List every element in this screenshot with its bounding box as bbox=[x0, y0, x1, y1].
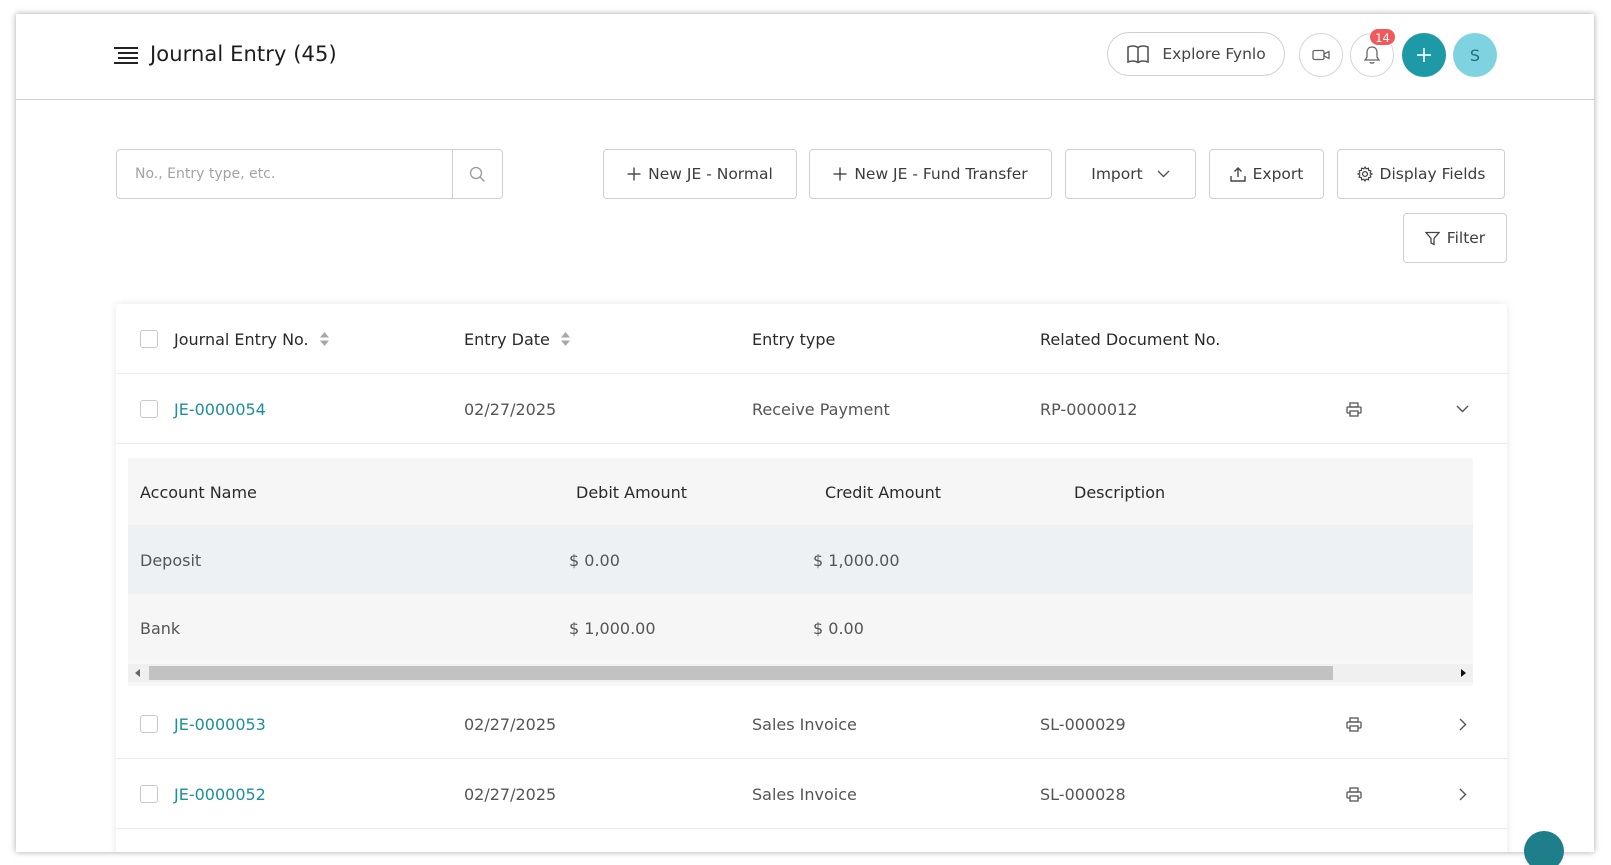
credit-amount: $ 1,000.00 bbox=[813, 550, 900, 570]
chevron-right-icon bbox=[1459, 718, 1467, 730]
entry-no-link[interactable]: JE-0000054 bbox=[174, 374, 266, 444]
column-related-doc: Related Document No. bbox=[1040, 329, 1221, 349]
entry-date: 02/27/2025 bbox=[464, 399, 557, 419]
app-window: Journal Entry (45) Explore Fynlo 14 S No… bbox=[16, 14, 1594, 852]
entry-type: Receive Payment bbox=[752, 399, 890, 419]
scroll-left-arrow[interactable] bbox=[135, 669, 140, 677]
book-icon bbox=[1127, 45, 1150, 64]
column-entry-type: Entry type bbox=[752, 329, 836, 349]
explore-label: Explore Fynlo bbox=[1162, 45, 1266, 63]
credit-amount: $ 0.00 bbox=[813, 618, 864, 638]
print-button[interactable] bbox=[1346, 759, 1362, 829]
display-fields-label: Display Fields bbox=[1379, 165, 1486, 183]
column-entry-date-label: Entry Date bbox=[464, 329, 550, 349]
user-avatar[interactable]: S bbox=[1453, 33, 1497, 77]
notification-badge: 14 bbox=[1369, 28, 1396, 46]
upload-icon bbox=[1229, 166, 1246, 182]
entry-no-link[interactable]: JE-0000052 bbox=[174, 759, 266, 829]
filter-label: Filter bbox=[1446, 229, 1486, 247]
row-checkbox[interactable] bbox=[140, 785, 158, 803]
column-description: Description bbox=[1074, 482, 1166, 502]
journal-entry-table: Journal Entry No. Entry Date Entry type … bbox=[116, 304, 1507, 852]
table-row[interactable]: JE-0000052 02/27/2025 Sales Invoice SL-0… bbox=[116, 759, 1507, 829]
help-fab[interactable] bbox=[1524, 831, 1564, 865]
horizontal-scrollbar[interactable] bbox=[128, 664, 1473, 682]
column-debit-amount: Debit Amount bbox=[576, 482, 687, 502]
search-icon bbox=[469, 166, 485, 182]
row-checkbox[interactable] bbox=[140, 400, 158, 418]
sort-icon[interactable] bbox=[560, 331, 571, 347]
search-button[interactable] bbox=[452, 150, 502, 198]
entry-type: Sales Invoice bbox=[752, 784, 857, 804]
printer-icon bbox=[1346, 716, 1362, 732]
entry-no-link[interactable]: JE-0000053 bbox=[174, 689, 266, 759]
column-account-name: Account Name bbox=[140, 482, 257, 502]
chevron-right-icon bbox=[1459, 788, 1467, 800]
sort-icon[interactable] bbox=[319, 331, 330, 347]
row-checkbox[interactable] bbox=[140, 715, 158, 733]
entry-detail-panel: Account Name Debit Amount Credit Amount … bbox=[128, 458, 1473, 686]
scroll-right-arrow[interactable] bbox=[1461, 669, 1466, 677]
related-doc: SL-000028 bbox=[1040, 784, 1126, 804]
new-je-fund-label: New JE - Fund Transfer bbox=[854, 165, 1028, 183]
table-row[interactable]: JE-0000054 02/27/2025 Receive Payment RP… bbox=[116, 374, 1507, 444]
quick-add-button[interactable] bbox=[1402, 33, 1446, 77]
new-je-normal-button[interactable]: New JE - Normal bbox=[603, 149, 797, 199]
debit-amount: $ 0.00 bbox=[569, 550, 620, 570]
account-name: Bank bbox=[140, 618, 181, 638]
column-entry-no[interactable]: Journal Entry No. bbox=[174, 304, 330, 374]
column-credit-amount: Credit Amount bbox=[825, 482, 942, 502]
related-doc: RP-0000012 bbox=[1040, 399, 1138, 419]
detail-row: Deposit $ 0.00 $ 1,000.00 bbox=[128, 526, 1473, 594]
plus-icon bbox=[833, 167, 847, 181]
new-je-fund-transfer-button[interactable]: New JE - Fund Transfer bbox=[809, 149, 1052, 199]
select-all-checkbox[interactable] bbox=[140, 330, 158, 348]
detail-row: Bank $ 1,000.00 $ 0.00 bbox=[128, 594, 1473, 662]
bell-icon bbox=[1363, 46, 1381, 64]
new-je-normal-label: New JE - Normal bbox=[648, 165, 773, 183]
chevron-down-icon bbox=[1456, 405, 1469, 413]
video-camera-icon bbox=[1312, 49, 1330, 61]
filter-icon bbox=[1424, 231, 1440, 246]
import-dropdown[interactable]: Import bbox=[1065, 149, 1196, 199]
plus-icon bbox=[1417, 48, 1431, 62]
display-fields-button[interactable]: Display Fields bbox=[1337, 149, 1505, 199]
explore-button[interactable]: Explore Fynlo bbox=[1107, 32, 1285, 76]
entry-date: 02/27/2025 bbox=[464, 714, 557, 734]
column-entry-no-label: Journal Entry No. bbox=[174, 329, 309, 349]
search-box bbox=[116, 149, 503, 199]
account-name: Deposit bbox=[140, 550, 202, 570]
print-button[interactable] bbox=[1346, 374, 1362, 444]
column-entry-date[interactable]: Entry Date bbox=[464, 304, 571, 374]
filter-button[interactable]: Filter bbox=[1403, 213, 1507, 263]
export-button[interactable]: Export bbox=[1209, 149, 1324, 199]
chevron-down-icon bbox=[1157, 170, 1170, 178]
search-input[interactable] bbox=[117, 150, 452, 198]
expand-button[interactable] bbox=[1459, 689, 1467, 759]
debit-amount: $ 1,000.00 bbox=[569, 618, 656, 638]
related-doc: SL-000029 bbox=[1040, 714, 1126, 734]
collapse-button[interactable] bbox=[1456, 374, 1469, 444]
scrollbar-thumb[interactable] bbox=[149, 666, 1333, 680]
print-button[interactable] bbox=[1346, 689, 1362, 759]
detail-header-row: Account Name Debit Amount Credit Amount … bbox=[128, 458, 1473, 526]
video-button[interactable] bbox=[1299, 33, 1343, 77]
page-title: Journal Entry (45) bbox=[150, 42, 337, 66]
table-header-row: Journal Entry No. Entry Date Entry type … bbox=[116, 304, 1507, 374]
menu-icon[interactable] bbox=[114, 47, 138, 64]
printer-icon bbox=[1346, 786, 1362, 802]
top-header: Journal Entry (45) Explore Fynlo 14 S bbox=[16, 14, 1594, 100]
gear-icon bbox=[1356, 166, 1373, 182]
import-label: Import bbox=[1091, 165, 1143, 183]
export-label: Export bbox=[1252, 165, 1304, 183]
printer-icon bbox=[1346, 401, 1362, 417]
entry-type: Sales Invoice bbox=[752, 714, 857, 734]
entry-date: 02/27/2025 bbox=[464, 784, 557, 804]
table-row[interactable]: JE-0000053 02/27/2025 Sales Invoice SL-0… bbox=[116, 689, 1507, 759]
expand-button[interactable] bbox=[1459, 759, 1467, 829]
plus-icon bbox=[627, 167, 641, 181]
